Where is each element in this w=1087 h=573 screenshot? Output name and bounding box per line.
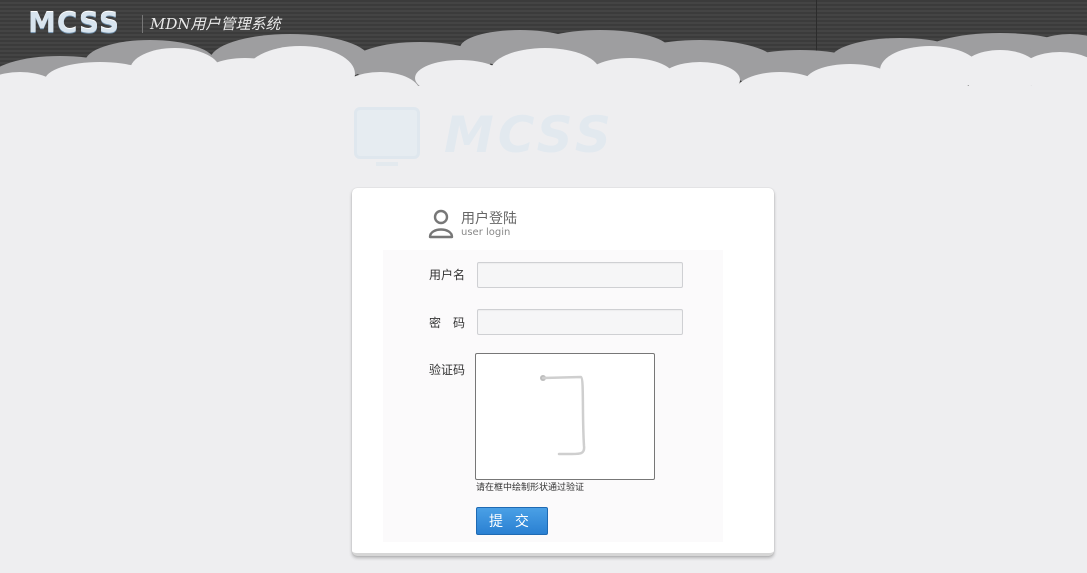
username-label: 用户名 bbox=[429, 268, 466, 282]
system-title: MDN用户管理系统 bbox=[150, 15, 281, 33]
username-input[interactable] bbox=[477, 262, 683, 288]
captcha-draw-canvas[interactable] bbox=[475, 353, 655, 480]
monitor-stand bbox=[376, 162, 398, 166]
submit-button[interactable]: 提 交 bbox=[476, 507, 548, 535]
password-label: 密 码 bbox=[429, 316, 466, 330]
captcha-label: 验证码 bbox=[429, 363, 466, 377]
password-input[interactable] bbox=[477, 309, 683, 335]
logo-separator bbox=[142, 15, 143, 33]
login-title: 用户登陆 bbox=[461, 211, 517, 227]
watermark-text: MCSS bbox=[444, 106, 615, 164]
monitor-icon bbox=[354, 107, 420, 159]
app-logo: MCSS bbox=[28, 6, 121, 39]
login-page: MCSS MDN用户管理系统 MCSS 用户登陆 user login 用户名 … bbox=[0, 0, 1087, 573]
captcha-hint: 请在框中绘制形状通过验证 bbox=[476, 483, 585, 493]
captcha-guide-shape bbox=[540, 375, 586, 456]
login-subtitle: user login bbox=[461, 227, 511, 238]
user-icon bbox=[428, 209, 454, 239]
